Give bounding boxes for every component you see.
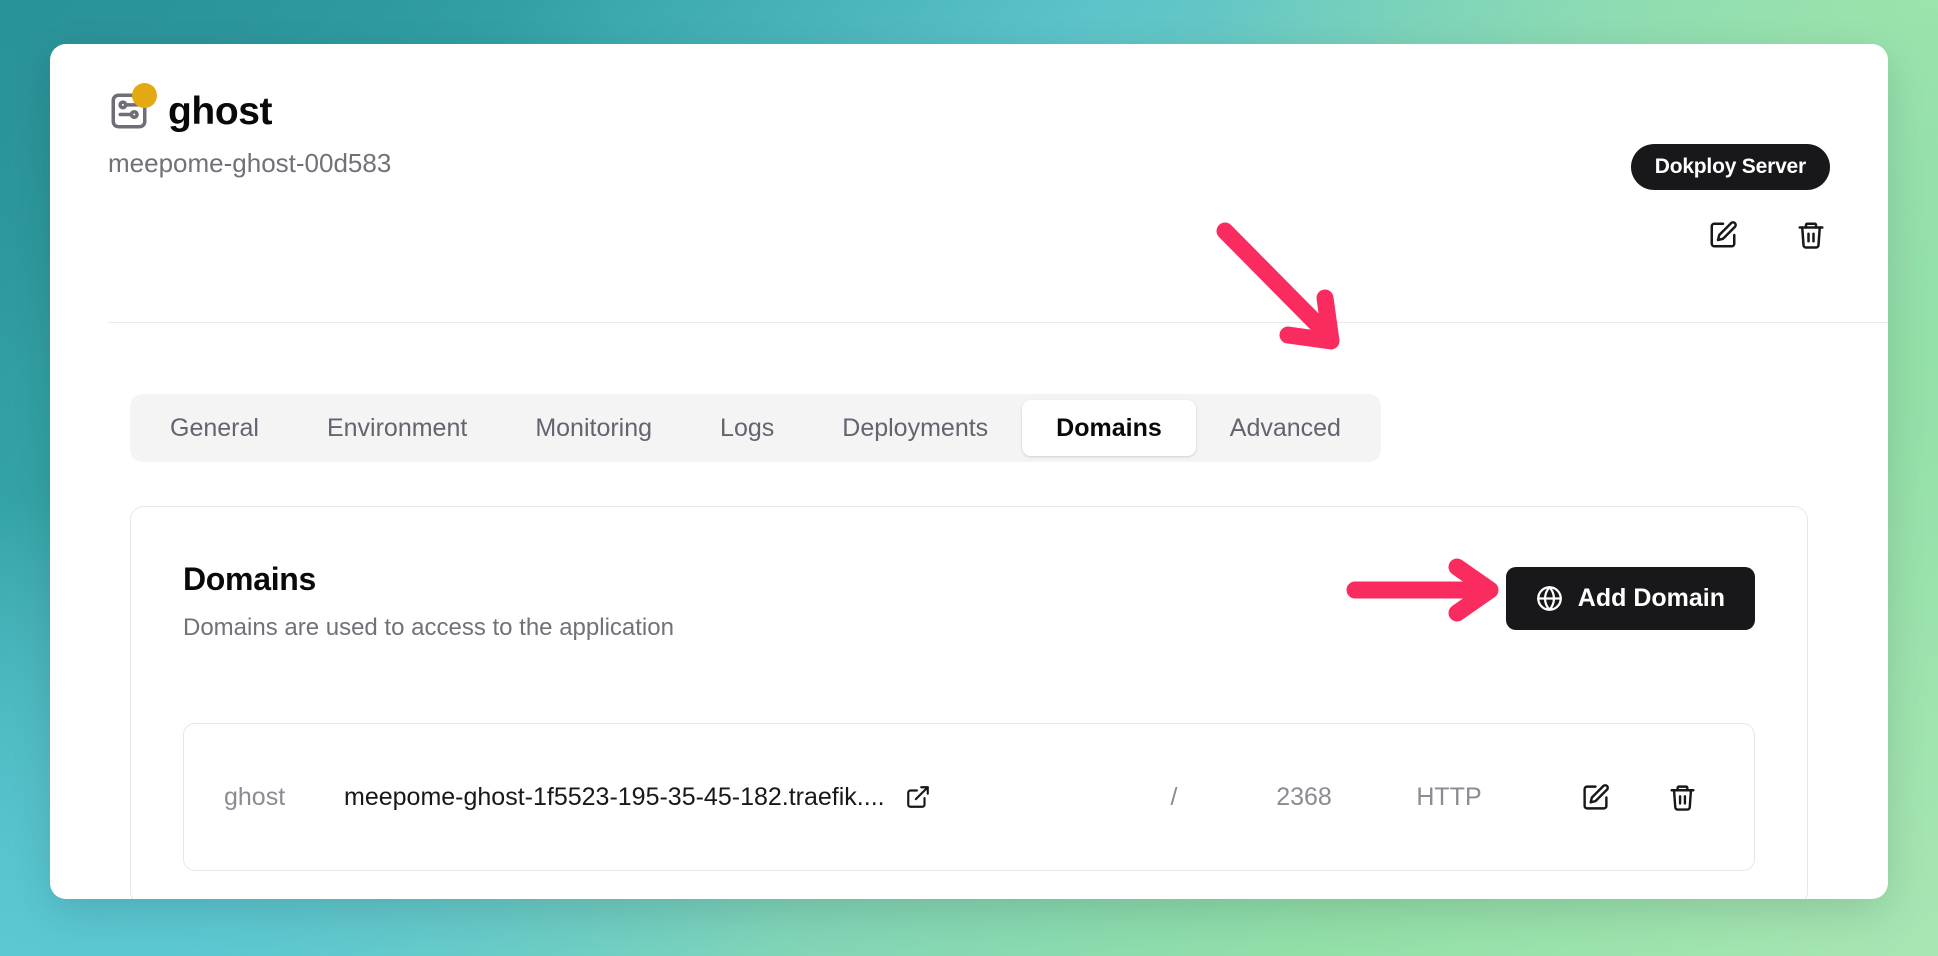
domain-protocol-cell: HTTP — [1416, 782, 1482, 811]
header-actions — [1704, 216, 1830, 257]
domains-panel-heading-group: Domains Domains are used to access to th… — [183, 561, 674, 642]
delete-application-button[interactable] — [1792, 216, 1830, 257]
trash-icon — [1668, 783, 1697, 812]
table-row[interactable]: ghost meepome-ghost-1f5523-195-35-45-182… — [183, 723, 1755, 871]
domains-panel-header: Domains Domains are used to access to th… — [131, 507, 1807, 642]
add-domain-label: Add Domain — [1577, 584, 1725, 612]
header-divider — [108, 322, 1888, 323]
app-title-row: ghost — [108, 83, 1830, 133]
tab-monitoring[interactable]: Monitoring — [501, 400, 686, 456]
square-pen-icon — [1708, 220, 1738, 253]
square-pen-icon — [1581, 783, 1610, 812]
app-header: ghost meepome-ghost-00d583 Dokploy Serve… — [50, 44, 1888, 323]
domain-host-text: meepome-ghost-1f5523-195-35-45-182.traef… — [344, 782, 885, 811]
domain-row-actions — [1524, 779, 1754, 816]
globe-icon — [1536, 585, 1563, 612]
tab-environment[interactable]: Environment — [293, 400, 501, 456]
external-link-icon — [905, 784, 931, 810]
tab-general[interactable]: General — [136, 400, 293, 456]
tab-advanced[interactable]: Advanced — [1196, 400, 1375, 456]
edit-application-button[interactable] — [1704, 216, 1742, 257]
tab-logs[interactable]: Logs — [686, 400, 808, 456]
status-dot — [132, 83, 157, 108]
delete-domain-button[interactable] — [1664, 779, 1701, 816]
tab-deployments[interactable]: Deployments — [808, 400, 1022, 456]
domains-description: Domains are used to access to the applic… — [183, 614, 674, 641]
domains-panel: Domains Domains are used to access to th… — [130, 506, 1808, 899]
trash-icon — [1796, 220, 1826, 253]
server-settings-icon — [108, 83, 157, 132]
tab-domains[interactable]: Domains — [1022, 400, 1196, 456]
open-domain-button[interactable] — [905, 784, 931, 810]
domain-port-cell: 2368 — [1276, 782, 1332, 811]
page-title: ghost — [168, 89, 273, 133]
app-subtitle: meepome-ghost-00d583 — [108, 148, 392, 178]
domain-name-cell: ghost — [224, 782, 286, 811]
domain-host-cell: meepome-ghost-1f5523-195-35-45-182.traef… — [344, 783, 1114, 812]
tab-bar: General Environment Monitoring Logs Deployme… — [130, 394, 1381, 462]
domain-path-cell: / — [1170, 782, 1178, 811]
application-window-card: ghost meepome-ghost-00d583 Dokploy Serve… — [50, 44, 1888, 899]
server-badge: Dokploy Server — [1630, 144, 1830, 190]
domains-title: Domains — [183, 561, 317, 597]
add-domain-button[interactable]: Add Domain — [1505, 567, 1755, 630]
edit-domain-button[interactable] — [1577, 779, 1614, 816]
